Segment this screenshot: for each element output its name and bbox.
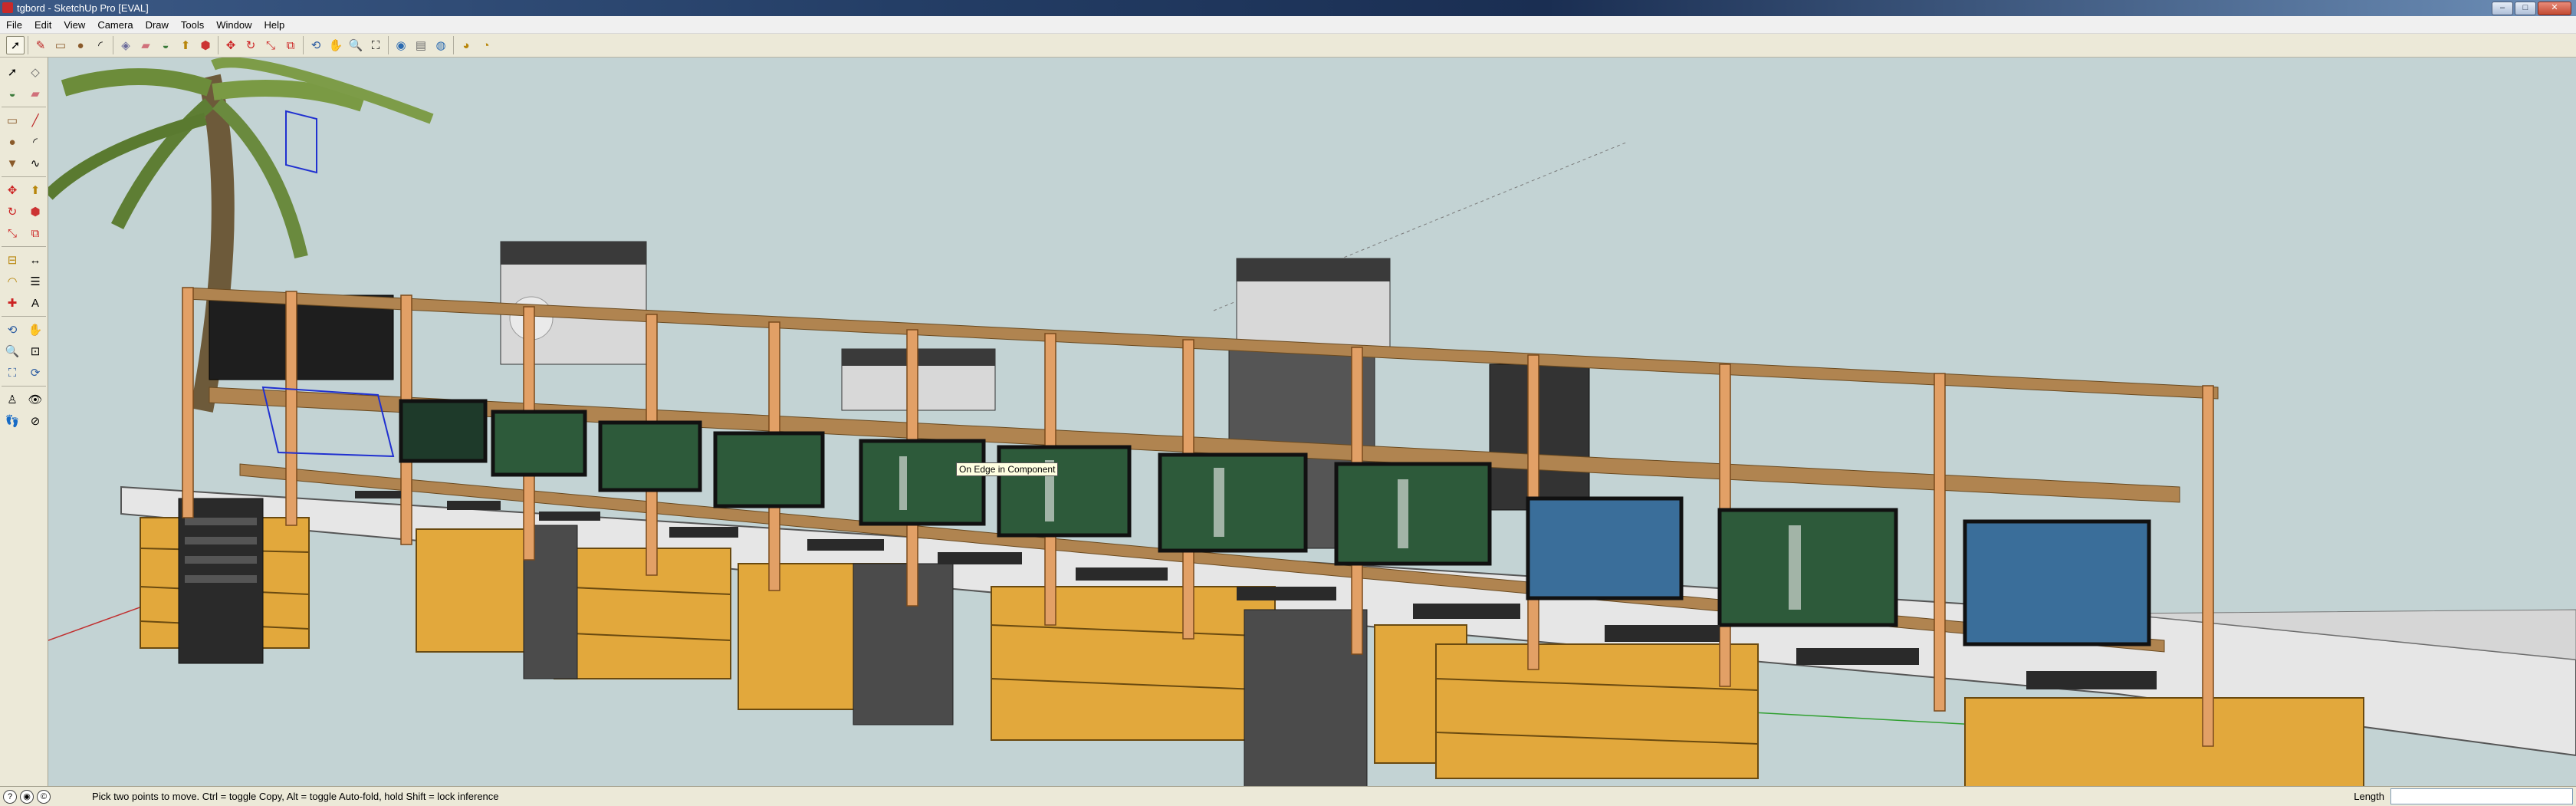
menu-edit[interactable]: Edit	[28, 19, 58, 31]
pc-tower-black	[178, 498, 264, 664]
geo-location-icon[interactable]: ◉	[20, 790, 34, 804]
eraser-icon[interactable]: ▰	[25, 84, 46, 104]
menu-bar: File Edit View Camera Draw Tools Window …	[0, 16, 2576, 34]
maximize-button[interactable]: □	[2515, 2, 2536, 15]
menu-view[interactable]: View	[58, 19, 91, 31]
follow-me-icon[interactable]: ⬢	[196, 36, 215, 54]
sketchup-app-icon[interactable]	[2, 2, 13, 13]
status-text: Pick two points to move. Ctrl = toggle C…	[92, 791, 499, 802]
menu-window[interactable]: Window	[210, 19, 258, 31]
measurement-label: Length	[2354, 791, 2384, 802]
protractor-icon[interactable]: ◠	[2, 271, 23, 291]
pan-icon[interactable]: ✋	[327, 36, 345, 54]
polygon-icon[interactable]: ▼	[2, 153, 23, 173]
circle-icon[interactable]: ●	[2, 132, 23, 152]
scale-icon[interactable]: ⤡	[261, 36, 280, 54]
dimension-icon[interactable]: ↔	[25, 250, 46, 270]
menu-help[interactable]: Help	[258, 19, 291, 31]
title-bar: tgbord - SketchUp Pro [EVAL] – □ ✕	[0, 0, 2576, 16]
menu-draw[interactable]: Draw	[140, 19, 175, 31]
pan-icon[interactable]: ✋	[25, 320, 46, 340]
walk-icon[interactable]: 👣	[2, 411, 23, 431]
freehand-icon[interactable]: ∿	[25, 153, 46, 173]
push-pull-icon[interactable]: ⬆	[176, 36, 195, 54]
credits-icon[interactable]: ©	[37, 790, 51, 804]
close-button[interactable]: ✕	[2538, 2, 2571, 15]
menu-tools[interactable]: Tools	[175, 19, 210, 31]
rectangle-icon[interactable]: ▭	[2, 110, 23, 130]
help-icon[interactable]: ?	[3, 790, 17, 804]
section-plane-icon[interactable]: ⊘	[25, 411, 46, 431]
menu-camera[interactable]: Camera	[91, 19, 139, 31]
menu-file[interactable]: File	[0, 19, 28, 31]
line-icon[interactable]: ╱	[25, 110, 46, 130]
text-icon[interactable]: ☰	[25, 271, 46, 291]
preview-icon[interactable]: ◔	[477, 36, 495, 54]
paint-bucket-icon[interactable]: ◒	[2, 84, 23, 104]
model-viewport[interactable]: On Edge in Component	[48, 58, 2576, 786]
model-scene[interactable]	[48, 58, 2576, 786]
3d-text-icon[interactable]: A	[25, 293, 46, 313]
rotate-icon[interactable]: ↻	[242, 36, 260, 54]
arc-icon[interactable]: ◜	[25, 132, 46, 152]
large-tool-set: ➚ ◇ ◒ ▰ ▭ ╱ ● ◜ ▼ ∿ ✥ ⬆ ↻ ⬢ ⤡ ⧉ ⊟ ↔ ◠ ☰ …	[0, 58, 48, 786]
zoom-icon[interactable]: 🔍	[347, 36, 365, 54]
look-around-icon[interactable]: 👁	[25, 390, 46, 410]
get-models-icon[interactable]: ◉	[392, 36, 410, 54]
main-toolbar: ➚ ✎ ▭ ● ◜ ◈ ▰ ◒ ⬆ ⬢ ✥ ↻ ⤡ ⧉ ⟲ ✋ 🔍 ⛶ ◉ ▤ …	[0, 34, 2576, 58]
component-library-icon[interactable]: ◍	[432, 36, 450, 54]
rotate-icon[interactable]: ↻	[2, 202, 23, 222]
move-icon[interactable]: ✥	[2, 180, 23, 200]
previous-view-icon[interactable]: ⟳	[25, 363, 46, 383]
minimize-button[interactable]: –	[2492, 2, 2513, 15]
zoom-extents-icon[interactable]: ⛶	[2, 363, 23, 383]
move-icon[interactable]: ✥	[222, 36, 240, 54]
pencil-icon[interactable]: ✎	[31, 36, 50, 54]
select-icon[interactable]: ➚	[6, 36, 25, 54]
share-model-icon[interactable]: ▤	[412, 36, 430, 54]
rectangle-icon[interactable]: ▭	[51, 36, 70, 54]
circle-icon[interactable]: ●	[71, 36, 90, 54]
position-camera-icon[interactable]: ♙	[2, 390, 23, 410]
orbit-icon[interactable]: ⟲	[307, 36, 325, 54]
zoom-window-icon[interactable]: ⊡	[25, 341, 46, 361]
component-icon[interactable]: ◈	[117, 36, 135, 54]
offset-icon[interactable]: ⧉	[25, 223, 46, 243]
offset-icon[interactable]: ⧉	[281, 36, 300, 54]
scale-icon[interactable]: ⤡	[2, 223, 23, 243]
measurement-input[interactable]	[2390, 788, 2573, 804]
window-title: tgbord - SketchUp Pro [EVAL]	[17, 2, 149, 14]
eraser-icon[interactable]: ▰	[136, 36, 155, 54]
status-bar: ? ◉ © Pick two points to move. Ctrl = to…	[0, 786, 2576, 806]
google-earth-icon[interactable]: ◕	[457, 36, 475, 54]
orbit-icon[interactable]: ⟲	[2, 320, 23, 340]
tape-measure-icon[interactable]: ⊟	[2, 250, 23, 270]
inference-tooltip: On Edge in Component	[956, 462, 1059, 476]
zoom-extents-icon[interactable]: ⛶	[366, 36, 385, 54]
axes-icon[interactable]: ✚	[2, 293, 23, 313]
push-pull-icon[interactable]: ⬆	[25, 180, 46, 200]
zoom-icon[interactable]: 🔍	[2, 341, 23, 361]
make-component-icon[interactable]: ◇	[25, 62, 46, 82]
arc-icon[interactable]: ◜	[91, 36, 110, 54]
follow-me-icon[interactable]: ⬢	[25, 202, 46, 222]
paint-bucket-icon[interactable]: ◒	[156, 36, 175, 54]
select-icon[interactable]: ➚	[2, 62, 23, 82]
